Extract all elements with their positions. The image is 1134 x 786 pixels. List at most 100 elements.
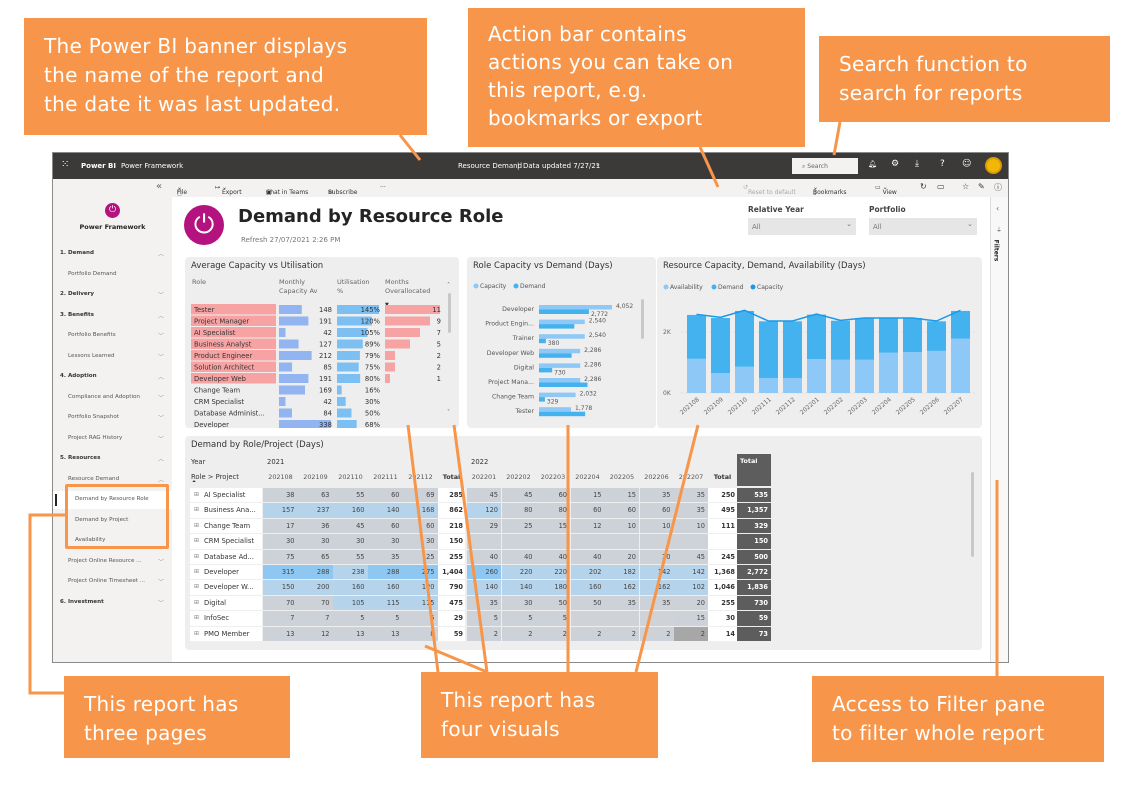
file-menu[interactable]: 🗋︎ File ⌄ <box>177 184 187 197</box>
reset-to-default-button[interactable]: ↺ Reset to default <box>743 184 796 196</box>
expand-icon[interactable]: ⊞ <box>194 522 199 529</box>
expand-filters-icon[interactable]: ‹ <box>996 204 999 213</box>
collapse-nav-icon[interactable]: « <box>156 181 162 192</box>
visual-demand-by-role-project[interactable]: Demand by Role/Project (Days) Year 2021 20… <box>185 436 982 650</box>
nav-item[interactable]: 1. Demand ︿ <box>53 245 172 263</box>
nav-item[interactable]: Compliance and Adoption ﹀ <box>53 389 172 407</box>
view-button[interactable]: ▭ View ⌄ <box>875 184 897 196</box>
chevron-down-icon[interactable]: ﹀ <box>158 413 164 422</box>
nav-item[interactable]: Portfolio Benefits ﹀ <box>53 327 172 345</box>
chevron-down-icon[interactable]: ﹀ <box>158 331 164 340</box>
role-label: Product Engineer <box>194 352 252 360</box>
settings-icon[interactable]: ⚙ <box>891 159 899 169</box>
favorite-icon[interactable]: ☆ <box>962 182 969 191</box>
avatar[interactable] <box>985 157 1002 174</box>
nav-item[interactable]: 2. Delivery ﹀ <box>53 286 172 304</box>
download-icon[interactable]: ⤓ <box>915 159 919 169</box>
nav-item[interactable]: 3. Benefits ︿ <box>53 307 172 325</box>
nav-item[interactable]: Project Online Resource ... ﹀ <box>53 553 172 571</box>
nav-item[interactable]: 5. Resources ︿ <box>53 450 172 468</box>
chevron-up-icon[interactable]: ︿ <box>158 454 164 463</box>
expand-icon[interactable]: ⊞ <box>194 583 199 590</box>
table-row[interactable]: ⊞ InfoSec 7 7 5 5 5 5 5 5 15 29 30 59 <box>185 611 975 626</box>
report-canvas: ⏻ Demand by Resource Role Refresh 27/07/… <box>172 197 990 662</box>
chevron-down-icon[interactable]: ﹀ <box>158 352 164 361</box>
chevron-down-icon[interactable]: ⌄ <box>595 160 601 168</box>
capacity-bar <box>279 328 286 337</box>
slicer-dropdown[interactable]: All ⌄ <box>748 218 856 235</box>
y-tick-label: 2K <box>663 329 672 336</box>
export-menu[interactable]: ↦ Export ⌄ <box>215 184 242 196</box>
app-name[interactable]: Power BI <box>81 162 116 170</box>
workspace-name[interactable]: Power Framework <box>121 162 183 170</box>
table-row[interactable]: ⊞ Database Ad... 75 65 55 35 25 40 40 40 40 20 20 45 2… <box>185 549 975 565</box>
notifications-icon[interactable]: 🔔︎ <box>868 160 877 168</box>
refresh-icon[interactable]: ↻ <box>920 182 927 191</box>
availability-bar <box>855 359 874 393</box>
expand-icon[interactable]: ⊞ <box>194 630 199 637</box>
visual-role-capacity-vs-demand[interactable]: Role Capacity vs Demand (Days) Capacity D… <box>467 257 656 428</box>
expand-icon[interactable]: ⊞ <box>194 568 199 575</box>
x-tick-label: 202202 <box>823 396 845 416</box>
slicer-dropdown[interactable]: All ⌄ <box>869 218 977 235</box>
capacity-value: 85 <box>323 364 332 372</box>
search-input[interactable]: ⌕ Search <box>792 158 858 174</box>
expand-icon[interactable]: ⊞ <box>194 506 199 513</box>
availability-bar <box>951 338 970 393</box>
filter-pane[interactable]: ‹ ⏚ Filters <box>990 197 1008 662</box>
view-label: View <box>882 189 897 196</box>
chevron-down-icon[interactable]: ﹀ <box>158 577 164 586</box>
data-updated[interactable]: Data updated 7/27/21 <box>523 162 600 170</box>
expand-icon[interactable]: ⊞ <box>194 599 199 606</box>
expand-icon[interactable]: ⊞ <box>194 491 199 498</box>
expand-icon[interactable]: ⊞ <box>194 537 199 544</box>
nav-item[interactable]: Project Online Timesheet ... ﹀ <box>53 573 172 591</box>
chevron-down-icon[interactable]: ﹀ <box>158 434 164 443</box>
more-options-button[interactable]: ··· <box>380 184 386 191</box>
bookmarks-button[interactable]: ▯ Bookmarks ⌄ <box>813 184 847 196</box>
visual-average-capacity-vs-utilisation[interactable]: Average Capacity vs Utilisation Role Mont… <box>185 257 459 428</box>
feedback-icon[interactable]: ☺ <box>962 159 971 169</box>
table-row[interactable]: ⊞ Digital 70 70 105 115 115 35 30 50 50 35 35 20 475 25… <box>185 595 975 611</box>
expand-icon[interactable]: ⊞ <box>194 614 199 621</box>
edit-icon[interactable]: ✎ <box>978 182 985 191</box>
table-row[interactable]: ⊞ Change Team 17 36 45 60 60 29 25 15 12 10 10 10 218 1… <box>185 518 975 534</box>
comment-icon[interactable]: ▭ <box>937 182 945 191</box>
table-row[interactable]: ⊞ Developer W... 150 200 160 160 120 140 140 180 1… <box>185 580 975 595</box>
nav-item[interactable]: Lessons Learned ﹀ <box>53 348 172 366</box>
table-row[interactable]: ⊞ CRM Specialist 30 30 30 30 30 150 150 <box>185 534 975 549</box>
table-row[interactable]: ⊞ PMO Member 13 12 13 13 8 2 2 2 2 2 2 2 59 14 73 <box>185 626 975 642</box>
expand-icon[interactable]: ⊞ <box>194 553 199 560</box>
column-header: 202111 <box>373 473 398 481</box>
nav-item[interactable]: Portfolio Demand <box>53 266 172 284</box>
chevron-down-icon[interactable]: ﹀ <box>158 290 164 299</box>
chevron-down-icon[interactable]: ﹀ <box>158 557 164 566</box>
chevron-up-icon[interactable]: ︿ <box>158 475 164 484</box>
help-icon[interactable]: ? <box>940 159 945 169</box>
table-row[interactable]: ⊞ Business Ana... 157 237 160 140 168 120 80 80 60… <box>185 503 975 518</box>
table-row[interactable]: ⊞ AI Specialist 38 63 55 60 69 45 45 60 15 15 35 35 28… <box>185 488 975 503</box>
nav-item[interactable]: 6. Investment ﹀ <box>53 594 172 612</box>
chat-label: Chat in Teams <box>266 189 309 196</box>
capacity-data-label: 2,286 <box>584 361 601 368</box>
grand-total-cell: 1,836 <box>737 580 771 595</box>
nav-item[interactable]: Portfolio Snapshot ﹀ <box>53 409 172 427</box>
chevron-up-icon[interactable]: ︿ <box>158 249 164 258</box>
table-row[interactable]: ⊞ Developer 315 288 238 288 275 260 220 220 202 182… <box>185 565 975 580</box>
value-cell: 75 <box>263 549 298 564</box>
subtotal-cell: 14 <box>708 626 737 641</box>
nav-item-label: Project Online Resource ... <box>68 557 142 564</box>
filters-label[interactable]: Filters <box>992 240 999 262</box>
chevron-down-icon[interactable]: ﹀ <box>158 393 164 402</box>
nav-item[interactable]: Project RAG History ﹀ <box>53 430 172 448</box>
matrix-scrollbar[interactable] <box>971 472 974 557</box>
category-label: Product Engin... <box>485 321 534 328</box>
chevron-up-icon[interactable]: ︿ <box>158 311 164 320</box>
visual-resource-capacity-demand-availability[interactable]: Resource Capacity, Demand, Availability … <box>657 257 982 428</box>
app-launcher-icon[interactable]: ⁙ <box>61 159 69 170</box>
chevron-up-icon[interactable]: ︿ <box>158 372 164 381</box>
info-icon[interactable]: ⓘ <box>994 182 1002 193</box>
chevron-down-icon[interactable]: ﹀ <box>158 598 164 607</box>
nav-item[interactable]: 4. Adoption ︿ <box>53 368 172 386</box>
x-tick-label: 202205 <box>895 396 917 416</box>
